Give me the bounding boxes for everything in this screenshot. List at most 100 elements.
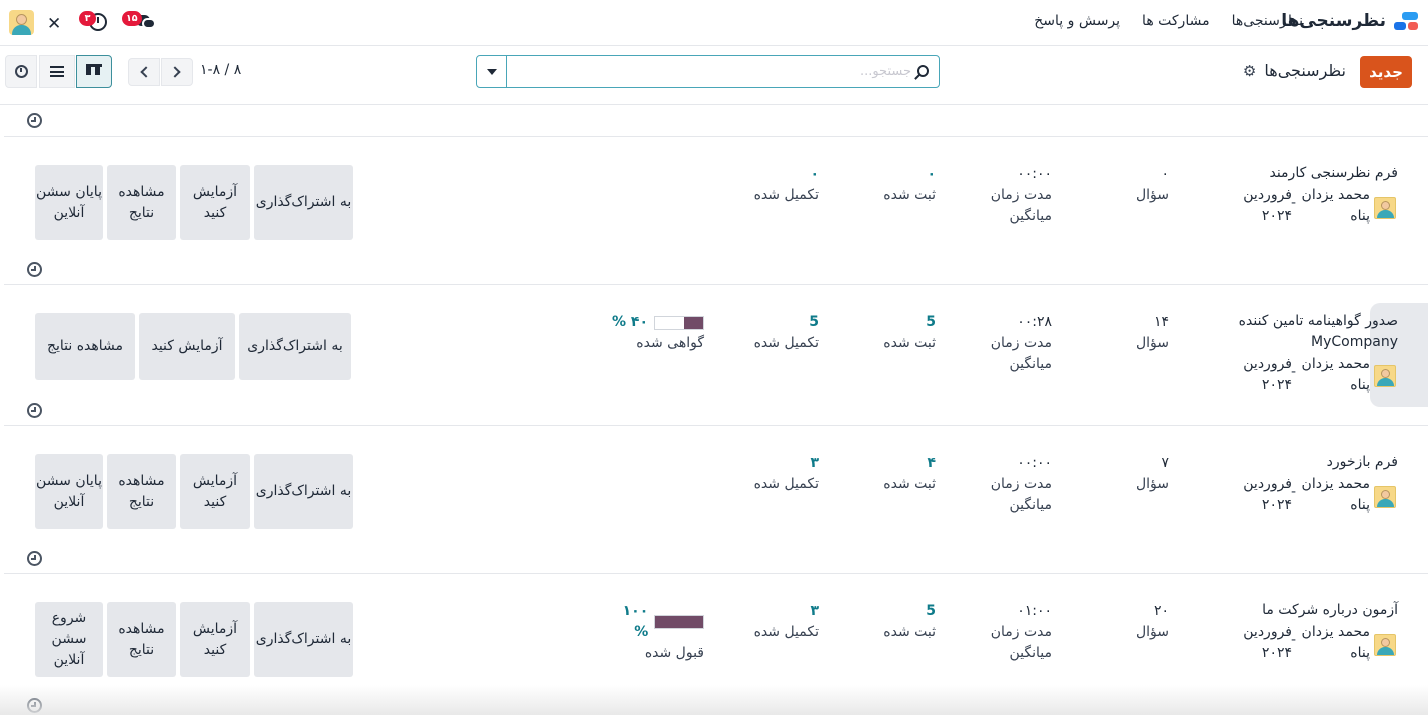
activity-clock-icon[interactable] <box>27 403 42 418</box>
registered-value: ۴ <box>927 455 936 471</box>
search-input[interactable] <box>511 61 911 82</box>
progress-label: قبول شده <box>644 645 704 661</box>
menu-item-participations[interactable]: مشارکت ها <box>1142 13 1210 29</box>
debug-tools-icon[interactable]: ✕ <box>47 14 61 34</box>
completed-stat[interactable]: 5 تکمیل شده <box>739 312 819 354</box>
page-title: نظرسنجی‌ها <box>1264 61 1346 80</box>
survey-date: فروردین ۲۰۲۴ <box>1243 476 1292 513</box>
registered-label: ثبت شده <box>883 476 936 492</box>
activity-clock-icon[interactable] <box>27 551 42 566</box>
progress-percent: ۴۰ % <box>612 314 648 330</box>
survey-title: فرم بازخورد <box>1326 454 1398 470</box>
questions-label: سؤال <box>1135 476 1169 492</box>
card-actions: پایان سشن آنلاین مشاهده نتایج آزمایش کنی… <box>35 454 353 529</box>
kanban-card[interactable]: فرم بازخورد محمد یزدان پناه فروردین ۲۰۲۴… <box>4 426 1428 574</box>
passed-progress[interactable]: ۱۰۰ % قبول شده <box>604 601 704 664</box>
duration-stat: ۰۰:۲۸ مدت زمان میانگین <box>982 312 1052 375</box>
top-navbar: نظرسنجی‌ها نظرسنجی‌ها مشارکت ها پرسش و پ… <box>0 0 1428 46</box>
owner-avatar <box>1374 634 1396 656</box>
card-actions: شروع سشن آنلاین مشاهده نتایج آزمایش کنید… <box>35 602 353 677</box>
survey-date: فروردین ۲۰۲۴ <box>1243 187 1292 224</box>
registered-label: ثبت شده <box>883 187 936 203</box>
activity-view-button[interactable] <box>5 55 37 88</box>
completed-label: تکمیل شده <box>753 187 819 203</box>
breadcrumb: نظرسنجی‌ها ⚙ <box>1243 61 1346 80</box>
duration-label: مدت زمان میانگین <box>990 187 1052 224</box>
menu-item-surveys[interactable]: نظرسنجی‌ها <box>1232 13 1303 29</box>
share-button[interactable]: به اشتراک‌گذاری <box>239 313 351 380</box>
questions-label: سؤال <box>1135 624 1169 640</box>
questions-stat: ۱۴ سؤال <box>1099 312 1169 354</box>
main-menu: نظرسنجی‌ها مشارکت ها پرسش و پاسخ <box>1034 13 1303 29</box>
survey-title: فرم نظرسنجی کارمند <box>1269 165 1398 181</box>
pager-previous-button[interactable] <box>128 58 160 86</box>
completed-label: تکمیل شده <box>753 624 819 640</box>
duration-label: مدت زمان میانگین <box>990 624 1052 661</box>
owner-avatar <box>1374 197 1396 219</box>
owner-avatar <box>1374 486 1396 508</box>
activity-clock-icon[interactable] <box>27 113 42 128</box>
questions-stat: ۲۰ سؤال <box>1099 601 1169 643</box>
questions-value: ۲۰ <box>1153 603 1169 619</box>
progress-bar <box>654 615 704 629</box>
search-bar <box>476 55 940 88</box>
registered-value: 5 <box>926 314 936 330</box>
registered-stat[interactable]: 5 ثبت شده <box>856 601 936 643</box>
registered-stat[interactable]: ۰ ثبت شده <box>856 164 936 206</box>
kanban-list: فرم نظرسنجی کارمند محمد یزدان پناه فرورد… <box>0 104 1428 715</box>
test-button[interactable]: آزمایش کنید <box>180 602 250 677</box>
kanban-view-button[interactable] <box>76 55 112 88</box>
certified-progress[interactable]: ۴۰ % گواهی شده <box>604 312 704 354</box>
questions-value: ۱۴ <box>1153 314 1169 330</box>
test-button[interactable]: آزمایش کنید <box>139 313 235 380</box>
questions-stat: ۷ سؤال <box>1099 453 1169 495</box>
share-button[interactable]: به اشتراک‌گذاری <box>254 454 353 529</box>
progress-label: گواهی شده <box>636 335 704 351</box>
test-button[interactable]: آزمایش کنید <box>180 454 250 529</box>
user-avatar[interactable] <box>9 10 34 35</box>
list-view-button[interactable] <box>39 55 75 88</box>
kanban-card[interactable]: صدور گواهینامه تامین کننده MyCompany محم… <box>4 285 1428 426</box>
registered-stat[interactable]: 5 ثبت شده <box>856 312 936 354</box>
owner-avatar <box>1374 365 1396 387</box>
new-button[interactable]: جدید <box>1360 56 1412 88</box>
progress-percent: ۱۰۰ % <box>622 603 649 640</box>
end-live-session-button[interactable]: پایان سشن آنلاین <box>35 454 103 529</box>
pager-next-button[interactable] <box>161 58 193 86</box>
survey-owner: محمد یزدان پناه <box>1301 187 1370 224</box>
duration-stat: ۰۱:۰۰ مدت زمان میانگین <box>982 601 1052 664</box>
see-results-button[interactable]: مشاهده نتایج <box>107 602 176 677</box>
see-results-button[interactable]: مشاهده نتایج <box>107 165 176 240</box>
questions-value: ۷ <box>1161 455 1169 471</box>
gear-icon[interactable]: ⚙ <box>1243 62 1256 80</box>
survey-date: فروردین ۲۰۲۴ <box>1243 356 1292 393</box>
share-button[interactable]: به اشتراک‌گذاری <box>254 165 353 240</box>
kanban-card[interactable]: فرم نظرسنجی کارمند محمد یزدان پناه فرورد… <box>4 137 1428 285</box>
completed-stat[interactable]: ۳ تکمیل شده <box>739 601 819 643</box>
completed-label: تکمیل شده <box>753 476 819 492</box>
completed-stat[interactable]: ۳ تکمیل شده <box>739 453 819 495</box>
completed-stat[interactable]: ۰ تکمیل شده <box>739 164 819 206</box>
test-button[interactable]: آزمایش کنید <box>180 165 250 240</box>
share-button[interactable]: به اشتراک‌گذاری <box>254 602 353 677</box>
start-live-session-button[interactable]: شروع سشن آنلاین <box>35 602 103 677</box>
registered-stat[interactable]: ۴ ثبت شده <box>856 453 936 495</box>
see-results-button[interactable]: مشاهده نتایج <box>107 454 176 529</box>
pager-value[interactable]: ۱-۸ / ۸ <box>200 62 241 78</box>
registered-label: ثبت شده <box>883 624 936 640</box>
search-options-toggle[interactable] <box>477 56 507 87</box>
completed-value: 5 <box>809 314 819 330</box>
clock-icon <box>14 65 28 78</box>
duration-stat: ۰۰:۰۰ مدت زمان میانگین <box>982 164 1052 227</box>
duration-label: مدت زمان میانگین <box>990 476 1052 513</box>
survey-owner: محمد یزدان پناه <box>1301 356 1370 393</box>
scroll-fade <box>0 685 1428 715</box>
completed-value: ۳ <box>810 603 819 619</box>
end-live-session-button[interactable]: پایان سشن آنلاین <box>35 165 103 240</box>
menu-item-questions-answers[interactable]: پرسش و پاسخ <box>1034 13 1120 29</box>
activity-clock-icon[interactable] <box>27 262 42 277</box>
surveys-app-icon <box>1392 10 1418 32</box>
see-results-button[interactable]: مشاهده نتایج <box>35 313 135 380</box>
survey-owner: محمد یزدان پناه <box>1301 624 1370 661</box>
card-actions: پایان سشن آنلاین مشاهده نتایج آزمایش کنی… <box>35 165 353 240</box>
